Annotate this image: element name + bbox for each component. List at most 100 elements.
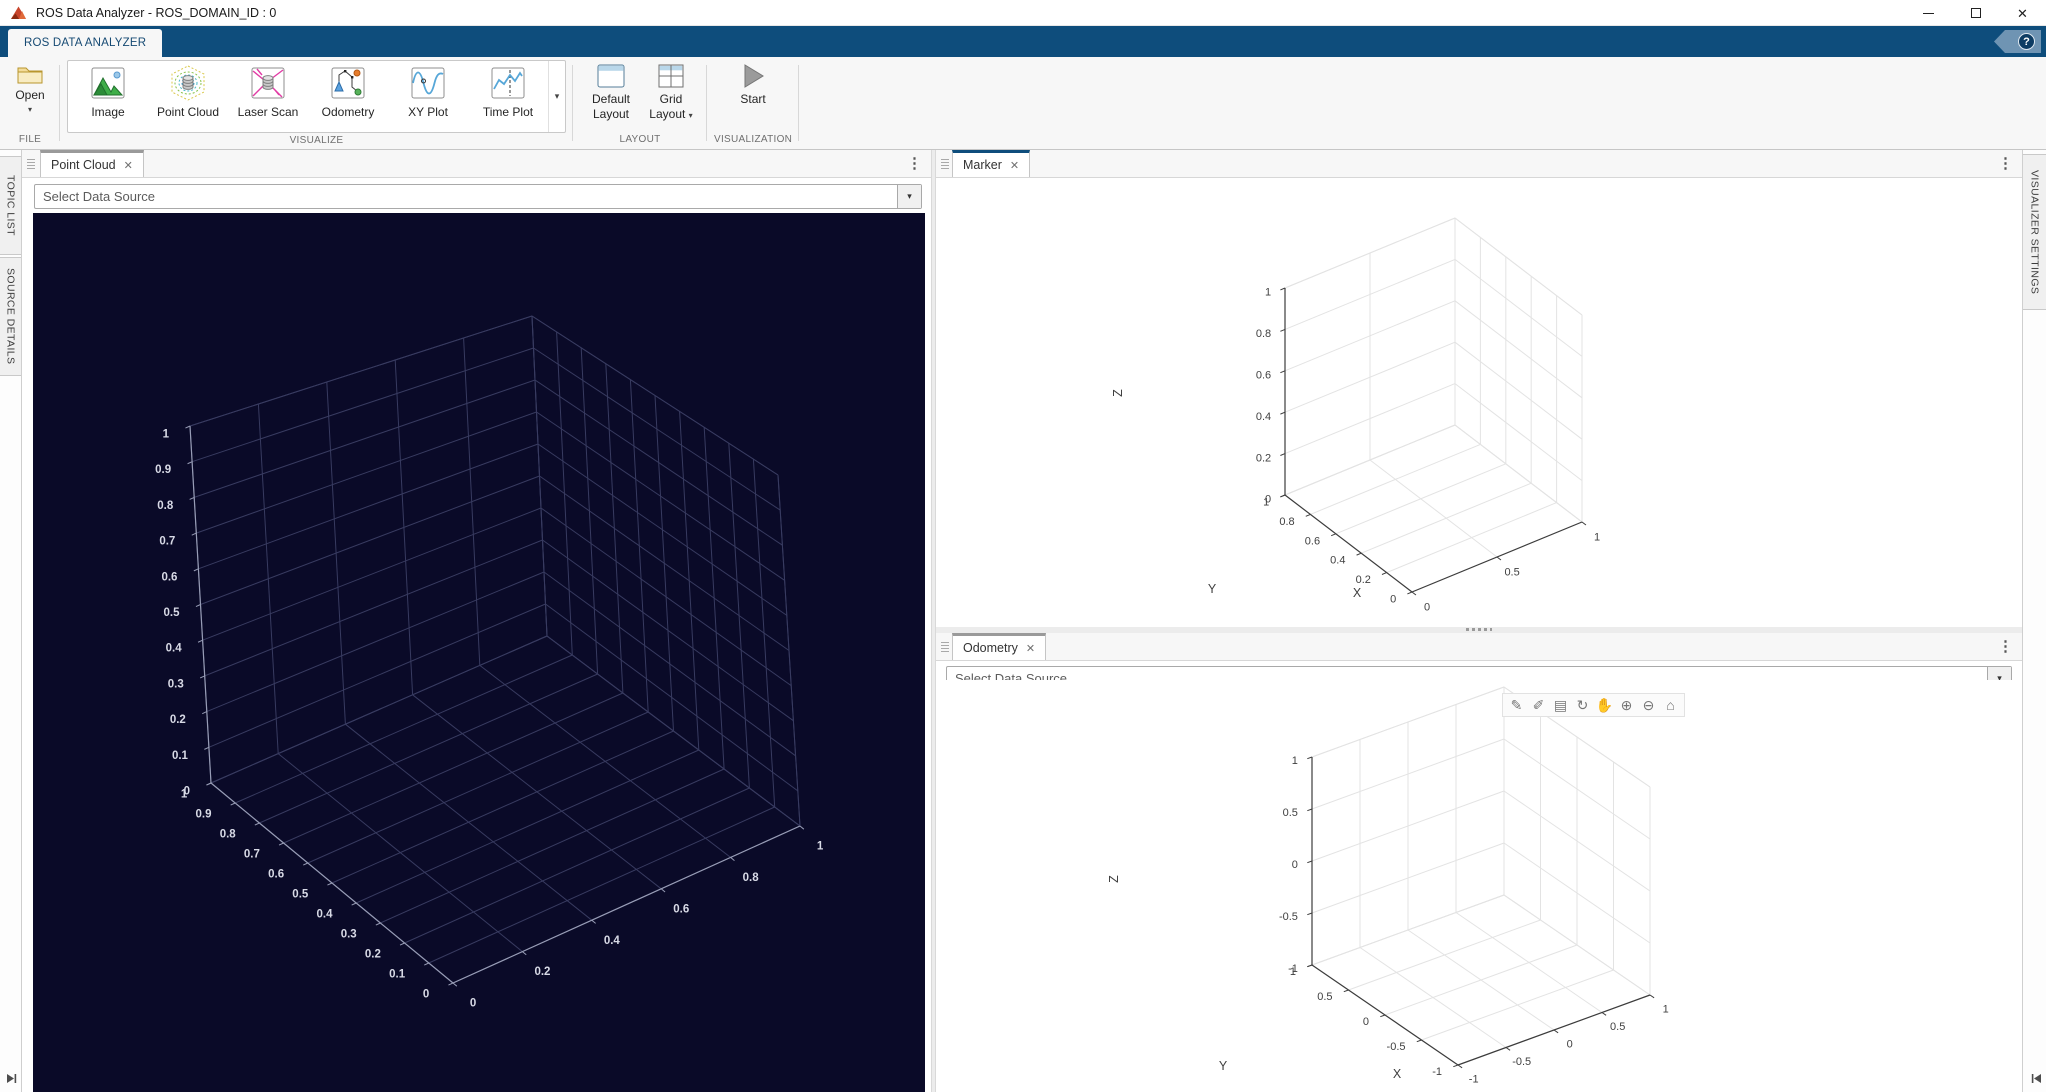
- time-plot-button[interactable]: Time Plot: [468, 61, 548, 132]
- laser-scan-button[interactable]: Laser Scan: [228, 61, 308, 132]
- zoom-in-icon[interactable]: ⊕: [1616, 694, 1637, 716]
- panel-menu-icon[interactable]: ⋮: [907, 154, 922, 172]
- point-cloud-data-source-select[interactable]: Select Data Source ▾: [34, 184, 922, 209]
- panel-menu-icon[interactable]: ⋮: [1998, 154, 2013, 172]
- drag-handle-icon[interactable]: [27, 159, 35, 169]
- tab-marker[interactable]: Marker ✕: [952, 150, 1030, 177]
- help-button[interactable]: ?: [1994, 30, 2041, 53]
- svg-text:1: 1: [1292, 755, 1298, 767]
- svg-text:1: 1: [1594, 532, 1600, 544]
- file-group-label: FILE: [19, 132, 41, 149]
- svg-text:-0.5: -0.5: [1512, 1056, 1531, 1068]
- sidebar-item-source-details[interactable]: SOURCE DETAILS: [0, 257, 21, 376]
- gallery-overflow-icon: ▾: [555, 91, 560, 102]
- gallery-overflow-button[interactable]: ▾: [548, 61, 565, 132]
- svg-text:0.6: 0.6: [673, 903, 689, 915]
- svg-text:0.5: 0.5: [292, 889, 309, 901]
- export-icon[interactable]: ✎: [1506, 694, 1527, 716]
- zoom-out-icon[interactable]: ⊖: [1638, 694, 1659, 716]
- svg-text:0.9: 0.9: [155, 464, 171, 476]
- svg-text:0.5: 0.5: [1317, 991, 1332, 1003]
- svg-text:0: 0: [184, 785, 190, 797]
- visualize-gallery: Image Point: [67, 60, 566, 133]
- svg-text:0.7: 0.7: [159, 536, 175, 548]
- svg-text:0.5: 0.5: [164, 607, 181, 619]
- file-group: Open ▾ FILE: [0, 57, 60, 149]
- svg-text:0: 0: [1424, 602, 1430, 614]
- svg-text:0.1: 0.1: [172, 750, 189, 762]
- svg-text:Y: Y: [1208, 582, 1217, 596]
- time-plot-icon: [488, 65, 528, 103]
- close-tab-icon[interactable]: ✕: [1026, 642, 1035, 655]
- right-side-strip: VISUALIZER SETTINGS: [2022, 150, 2046, 1092]
- svg-text:0.8: 0.8: [1279, 516, 1294, 528]
- point-cloud-button[interactable]: Point Cloud: [148, 61, 228, 132]
- grid-layout-dropdown-icon: ▾: [689, 111, 693, 120]
- drag-handle-icon[interactable]: [941, 159, 949, 169]
- svg-text:X: X: [1353, 586, 1362, 600]
- expand-left-panel-button[interactable]: [3, 1070, 19, 1086]
- visualize-group: Image Point: [60, 57, 573, 149]
- layout-group-label: LAYOUT: [619, 132, 660, 149]
- svg-text:1: 1: [1663, 1004, 1669, 1016]
- image-icon: [88, 65, 128, 103]
- sidebar-item-visualizer-settings[interactable]: VISUALIZER SETTINGS: [2023, 154, 2046, 310]
- visualize-group-label: VISUALIZE: [290, 133, 344, 150]
- odometry-button[interactable]: Odometry: [308, 61, 388, 132]
- svg-text:0.4: 0.4: [604, 935, 621, 947]
- grid-layout-icon: [657, 63, 685, 89]
- close-button[interactable]: ✕: [1999, 0, 2046, 26]
- datatips-icon[interactable]: ▤: [1550, 694, 1571, 716]
- tab-ros-data-analyzer[interactable]: ROS DATA ANALYZER: [8, 29, 162, 57]
- svg-text:0.5: 0.5: [1504, 567, 1519, 579]
- odometry-3d-plot[interactable]: -1-0.500.51-1-0.500.51-1-0.500.51XYZ: [936, 680, 2022, 1092]
- svg-text:0: 0: [1363, 1016, 1369, 1028]
- default-layout-button[interactable]: Default Layout: [580, 60, 642, 122]
- point-cloud-3d-plot[interactable]: 00.10.20.30.40.50.60.70.80.9100.20.40.60…: [33, 213, 925, 1092]
- maximize-button[interactable]: [1952, 0, 1999, 26]
- brush-icon[interactable]: ✐: [1528, 694, 1549, 716]
- expand-right-panel-button[interactable]: [2028, 1070, 2044, 1086]
- marker-3d-plot[interactable]: 00.20.40.60.8100.5100.20.40.60.81XYZ: [936, 180, 2022, 627]
- pan-icon[interactable]: ✋: [1594, 694, 1615, 716]
- left-side-strip: TOPIC LIST SOURCE DETAILS: [0, 150, 22, 1092]
- close-tab-icon[interactable]: ✕: [124, 159, 133, 172]
- drag-handle-icon[interactable]: [941, 642, 949, 652]
- start-label: Start: [740, 92, 765, 107]
- default-layout-icon: [596, 63, 626, 89]
- odometry-tabbar: Odometry ✕ ⋮: [936, 633, 2022, 661]
- matlab-logo-icon: [10, 5, 27, 20]
- expand-left-icon: [2031, 1073, 2042, 1084]
- chevron-down-icon[interactable]: ▾: [897, 185, 921, 208]
- svg-text:1: 1: [817, 841, 824, 853]
- svg-text:1: 1: [1265, 287, 1271, 299]
- tab-odometry[interactable]: Odometry ✕: [952, 633, 1046, 660]
- svg-text:1: 1: [163, 428, 170, 440]
- minimize-button[interactable]: [1905, 0, 1952, 26]
- xy-plot-label: XY Plot: [408, 105, 448, 119]
- tab-point-cloud[interactable]: Point Cloud ✕: [40, 150, 144, 177]
- restore-view-icon[interactable]: ⌂: [1660, 694, 1681, 716]
- open-button[interactable]: Open ▾: [9, 60, 50, 114]
- svg-text:-1: -1: [1432, 1066, 1442, 1078]
- close-icon: ✕: [2017, 7, 2028, 20]
- svg-text:0.8: 0.8: [743, 872, 760, 884]
- sidebar-item-topic-list[interactable]: TOPIC LIST: [0, 156, 21, 255]
- start-icon: [740, 63, 766, 89]
- default-layout-label: Default Layout: [586, 92, 636, 122]
- svg-text:0.4: 0.4: [1256, 411, 1271, 423]
- image-button[interactable]: Image: [68, 61, 148, 132]
- xy-plot-button[interactable]: XY Plot: [388, 61, 468, 132]
- rotate-icon[interactable]: ↻: [1572, 694, 1593, 716]
- svg-text:0.2: 0.2: [1356, 574, 1371, 586]
- svg-text:0.6: 0.6: [1256, 370, 1271, 382]
- start-button[interactable]: Start: [734, 60, 772, 107]
- close-tab-icon[interactable]: ✕: [1010, 159, 1019, 172]
- laser-scan-label: Laser Scan: [238, 105, 299, 119]
- panel-menu-icon[interactable]: ⋮: [1998, 637, 2013, 655]
- grid-layout-button[interactable]: Grid Layout ▾: [642, 60, 700, 122]
- svg-text:0: 0: [1292, 859, 1298, 871]
- maximize-icon: [1971, 8, 1981, 18]
- svg-text:Z: Z: [1111, 389, 1125, 397]
- layout-group: Default Layout Grid Layout ▾ LAYOUT: [573, 57, 707, 149]
